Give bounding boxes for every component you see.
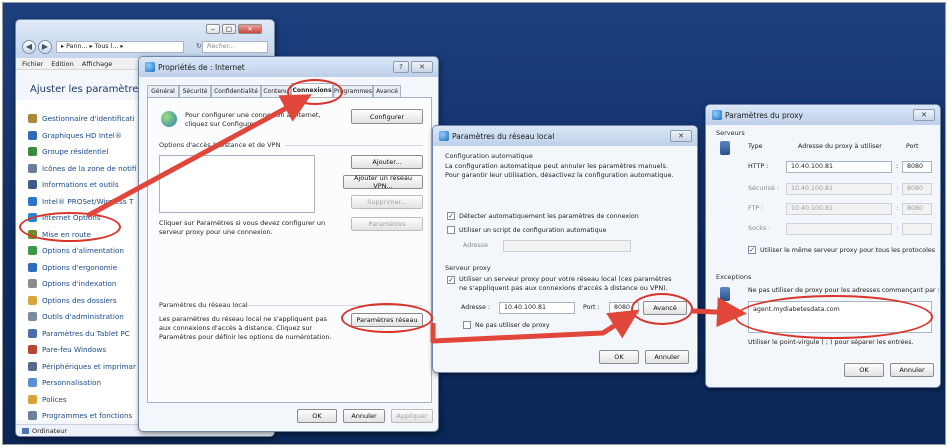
annotation-arrows — [86, 94, 747, 344]
arrow-to-connexions-tab — [86, 94, 312, 218]
arrow-to-advanced-button — [430, 309, 640, 344]
arrow-to-exceptions-field — [690, 297, 747, 328]
desktop-background: ‒ □ ✕ ◀ ▶ ▸ Pann... ▸ Tous l... ▸ Recher… — [2, 2, 946, 445]
